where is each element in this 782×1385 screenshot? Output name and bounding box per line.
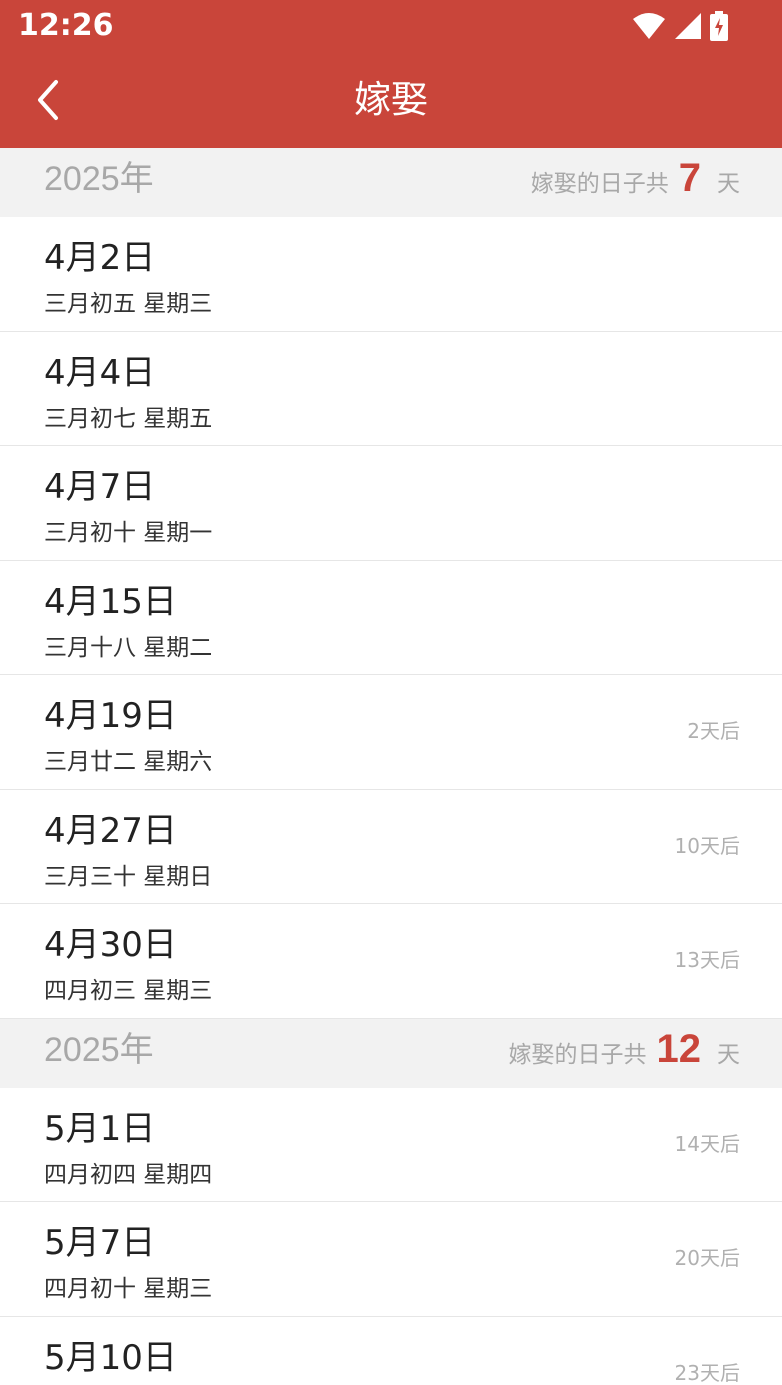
solar-date: 4月19日 [44,696,177,736]
solar-date: 5月7日 [44,1223,156,1263]
summary-suffix: 天 [717,1041,740,1068]
solar-date: 4月15日 [44,581,177,622]
list-item[interactable]: 4月4日三月初七 星期五 [0,331,782,446]
days-until: 14天后 [674,1131,740,1156]
solar-date: 5月10日 [44,1337,177,1378]
days-until: 2天后 [687,719,740,743]
day-count: 12 [656,1026,702,1071]
list-item[interactable]: 4月19日三月廿二 星期六 2天后 [0,675,782,790]
summary-prefix: 嫁娶的日子共 [508,1041,647,1068]
list-item[interactable]: 5月1日四月初四 星期四 14天后 [0,1087,782,1202]
days-until: 20天后 [674,1246,740,1270]
wifi-icon [632,12,666,40]
lunar-date-weekday: 三月初五 星期三 [44,291,213,317]
lunar-date-weekday: 三月初十 星期一 [44,520,213,546]
section-summary: 嫁娶的日子共 7 天 [531,156,740,206]
page-title: 嫁娶 [354,78,428,121]
solar-date: 4月2日 [44,238,156,278]
day-count: 7 [678,156,701,200]
lunar-date-weekday: 四月初四 星期四 [44,1161,213,1188]
status-icons [632,10,728,42]
list-item[interactable]: 4月15日三月十八 星期二 [0,560,782,675]
signal-icon [674,12,702,40]
lunar-date-weekday: 三月十八 星期二 [44,634,213,661]
list-item[interactable]: 5月10日 23天后 [0,1316,782,1385]
summary-prefix: 嫁娶的日子共 [530,171,669,197]
section-header: 2025年 嫁娶的日子共 7 天 [0,148,782,217]
list-item[interactable]: 4月2日三月初五 星期三 [0,217,782,332]
lunar-date-weekday: 三月初七 星期五 [44,405,213,432]
list-item[interactable]: 4月27日三月三十 星期日 10天后 [0,789,782,904]
section-header: 2025年 嫁娶的日子共 12 天 [0,1018,782,1088]
solar-date: 4月30日 [44,925,177,965]
section-summary: 嫁娶的日子共 12 天 [509,1027,741,1077]
days-until: 13天后 [674,948,740,972]
lunar-date-weekday: 三月三十 星期日 [44,863,213,890]
list-item[interactable]: 5月7日四月初十 星期三 20天后 [0,1202,782,1317]
auspicious-days-list[interactable]: 2025年 嫁娶的日子共 7 天 4月2日 三月初五 星期三 4月4日 三月初七 星期五 4月7… [0,148,782,1385]
lunar-date-weekday: 四月初十 星期三 [44,1276,213,1302]
solar-date: 4月4日 [44,352,156,393]
battery-charging-icon [710,11,728,41]
list-item[interactable]: 4月30日四月初三 星期三 13天后 [0,904,782,1019]
days-until: 23天后 [674,1360,740,1385]
solar-date: 5月1日 [44,1108,156,1149]
section-year: 2025年 [44,1030,154,1069]
lunar-date-weekday: 三月廿二 星期六 [44,749,213,775]
lunar-date-weekday: 四月初三 星期三 [44,978,213,1004]
solar-date: 4月27日 [44,810,177,851]
section-year: 2025年 [44,160,154,198]
days-until: 10天后 [674,833,740,858]
app-bar: 12:26 嫁娶 [0,0,782,148]
status-time: 12:26 [18,8,114,43]
solar-date: 4月7日 [44,467,156,507]
summary-suffix: 天 [717,171,740,197]
list-item[interactable]: 4月7日三月初十 星期一 [0,446,782,561]
